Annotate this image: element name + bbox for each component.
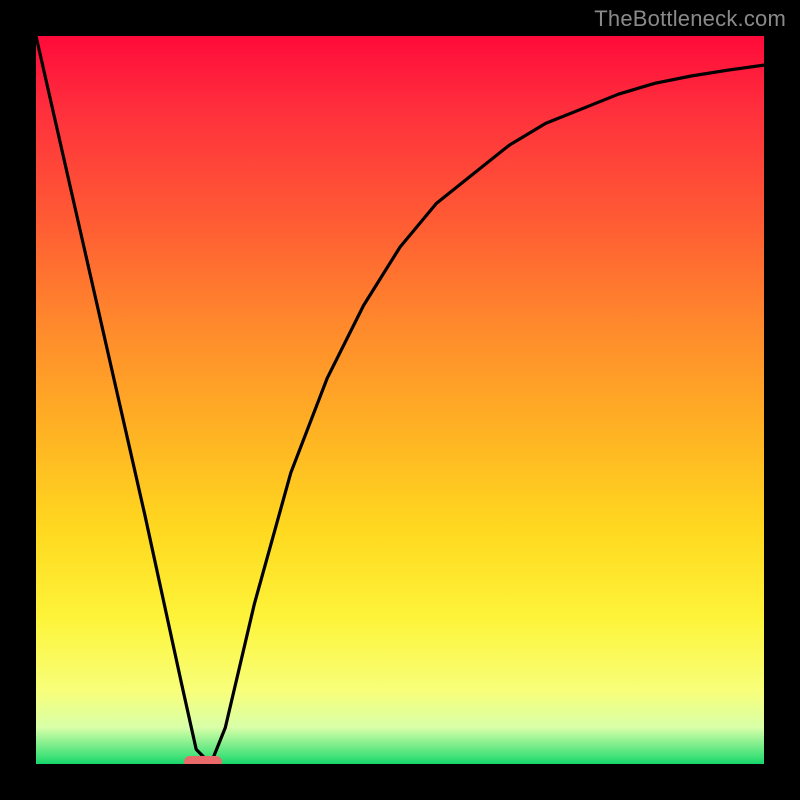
watermark-text: TheBottleneck.com (594, 6, 786, 32)
min-marker (184, 756, 222, 764)
chart-frame: TheBottleneck.com (0, 0, 800, 800)
plot-area (36, 36, 764, 764)
bottleneck-curve (36, 36, 764, 764)
